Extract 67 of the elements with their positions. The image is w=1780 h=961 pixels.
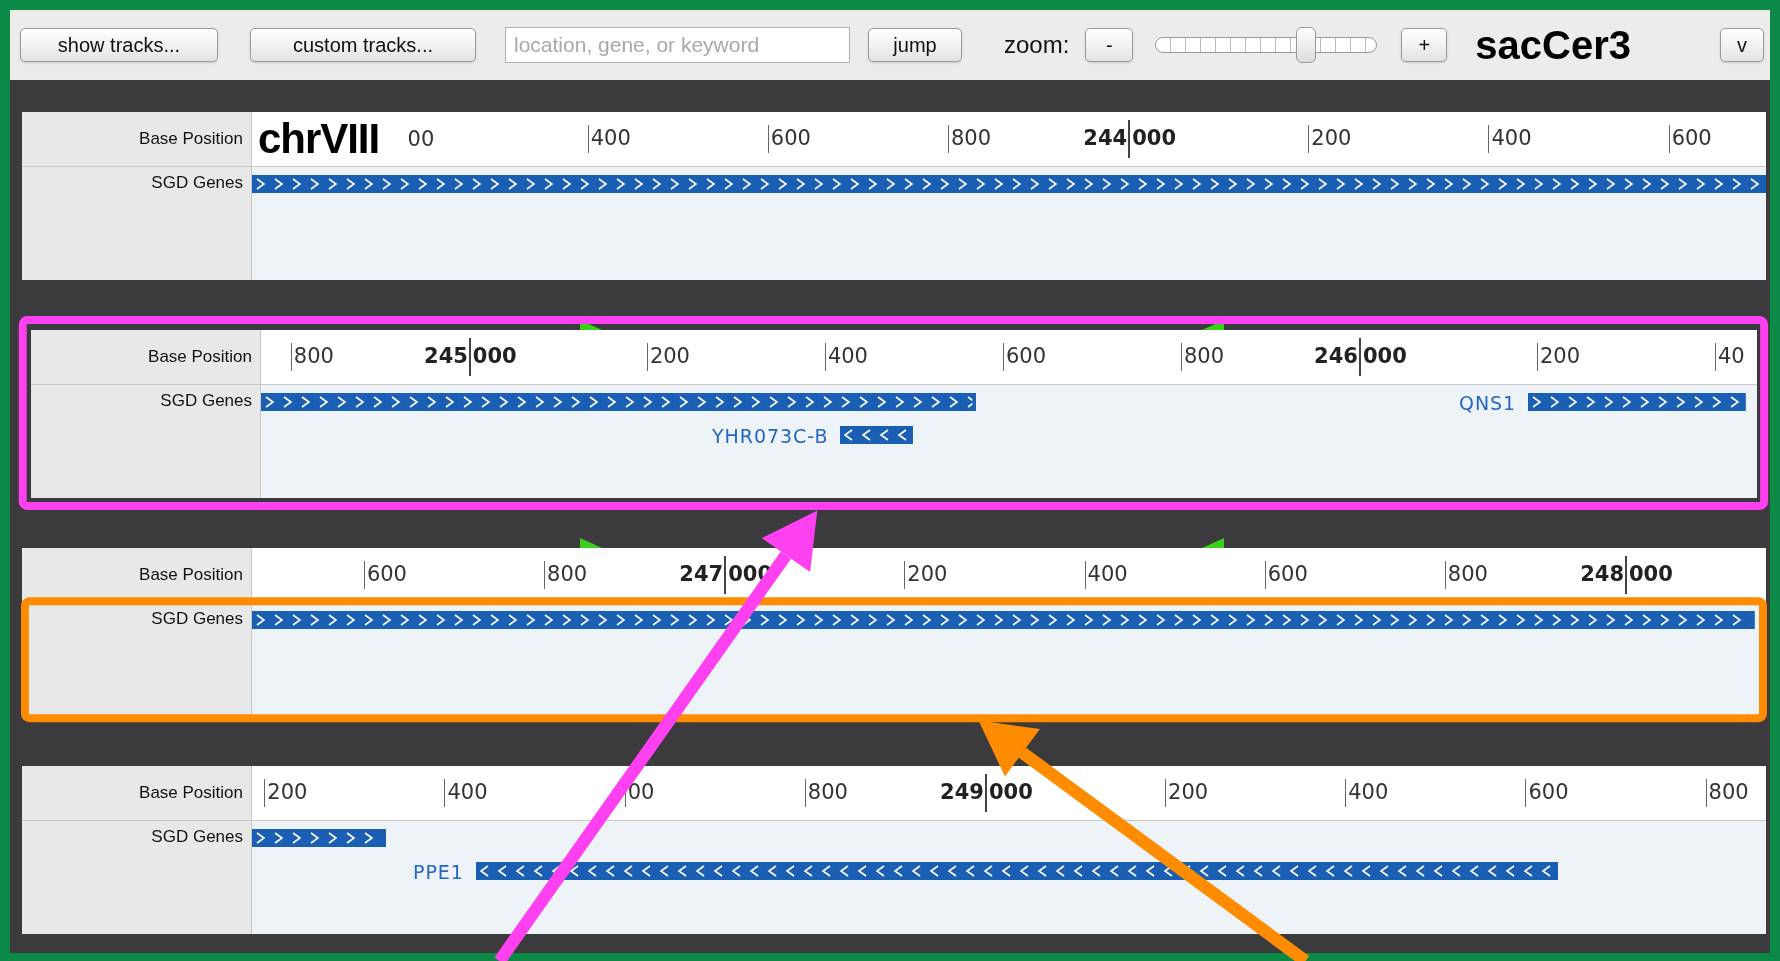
tick-label: 400 bbox=[827, 343, 868, 371]
tick-label: 00 bbox=[627, 779, 655, 807]
toolbar-button[interactable]: show tracks... bbox=[20, 28, 218, 62]
track-label: Base Position bbox=[22, 112, 252, 166]
tick-label: 200 bbox=[1168, 779, 1209, 807]
tick-label: 40 bbox=[1717, 343, 1745, 371]
tick-label: 248 bbox=[1580, 561, 1624, 589]
genome-title: sacCer3 bbox=[1475, 25, 1632, 65]
tick-label: 400 bbox=[590, 125, 631, 153]
tick-label: 600 bbox=[366, 561, 407, 589]
gene-feature[interactable] bbox=[475, 862, 1558, 880]
tick-label: 800 bbox=[293, 343, 334, 371]
genome-dropdown[interactable]: v bbox=[1720, 28, 1764, 62]
tick-label: 000 bbox=[1629, 561, 1673, 589]
zoom-label: zoom: bbox=[1004, 30, 1070, 60]
tick-label: 400 bbox=[1491, 125, 1532, 153]
tick-label: 000 bbox=[1362, 343, 1407, 371]
zoom-in-button[interactable]: + bbox=[1401, 28, 1448, 62]
tick-label: 200 bbox=[267, 779, 308, 807]
tick-label: 245 bbox=[424, 343, 468, 371]
chromosome-label: chrVIII bbox=[258, 114, 380, 164]
tick-label: 246 bbox=[1314, 343, 1358, 371]
tick-label: 400 bbox=[1087, 561, 1128, 589]
tick-label: 200 bbox=[1311, 125, 1352, 153]
gene-feature[interactable] bbox=[261, 393, 977, 411]
zoom-out-button[interactable]: - bbox=[1085, 28, 1134, 62]
gene-feature[interactable] bbox=[840, 426, 914, 444]
tick-label: 600 bbox=[1528, 779, 1569, 807]
gene-feature[interactable] bbox=[252, 175, 1766, 193]
gene-feature[interactable] bbox=[252, 829, 387, 847]
tick-label: 000 bbox=[988, 779, 1033, 807]
zoom-slider[interactable] bbox=[1155, 25, 1378, 65]
gene-feature[interactable] bbox=[1528, 393, 1746, 411]
tick-label: 200 bbox=[907, 561, 948, 589]
tick-label: 244 bbox=[1083, 125, 1128, 153]
search-field[interactable]: location, gene, or keyword bbox=[505, 27, 850, 63]
gene-label[interactable]: QNS1 bbox=[1459, 389, 1517, 418]
tick-label: 800 bbox=[951, 125, 992, 153]
tick-label: 600 bbox=[1267, 561, 1308, 589]
tick-label: 200 bbox=[649, 343, 690, 371]
tick-label: 400 bbox=[447, 779, 488, 807]
gene-label[interactable]: PPE1 bbox=[413, 858, 464, 887]
track-label: Base Position bbox=[22, 548, 252, 602]
track-label: Base Position bbox=[31, 330, 261, 384]
tick-label: 600 bbox=[1005, 343, 1046, 371]
tick-label: 600 bbox=[770, 125, 811, 153]
jump-button[interactable]: jump bbox=[868, 28, 962, 62]
tick-label: 00 bbox=[407, 126, 435, 153]
track-label: SGD Genes bbox=[22, 167, 252, 280]
tick-label: 800 bbox=[1708, 779, 1749, 807]
tick-label: 800 bbox=[1183, 343, 1224, 371]
tick-label: 800 bbox=[1447, 561, 1488, 589]
tick-label: 249 bbox=[940, 779, 984, 807]
track-label: SGD Genes bbox=[22, 821, 252, 934]
tick-label: 800 bbox=[547, 561, 588, 589]
tick-label: 000 bbox=[1132, 125, 1176, 153]
tick-label: 600 bbox=[1671, 125, 1712, 153]
tick-label: 800 bbox=[807, 779, 848, 807]
track-label: Base Position bbox=[22, 766, 252, 820]
tick-label: 200 bbox=[1539, 343, 1581, 371]
gene-feature[interactable] bbox=[252, 611, 1755, 629]
tick-label: 247 bbox=[679, 561, 724, 589]
track-label: SGD Genes bbox=[31, 385, 261, 498]
toolbar-button[interactable]: custom tracks... bbox=[250, 28, 476, 62]
gene-label[interactable]: YHR073C-B bbox=[712, 422, 829, 451]
tick-label: 400 bbox=[1348, 779, 1389, 807]
tick-label: 000 bbox=[472, 343, 517, 371]
